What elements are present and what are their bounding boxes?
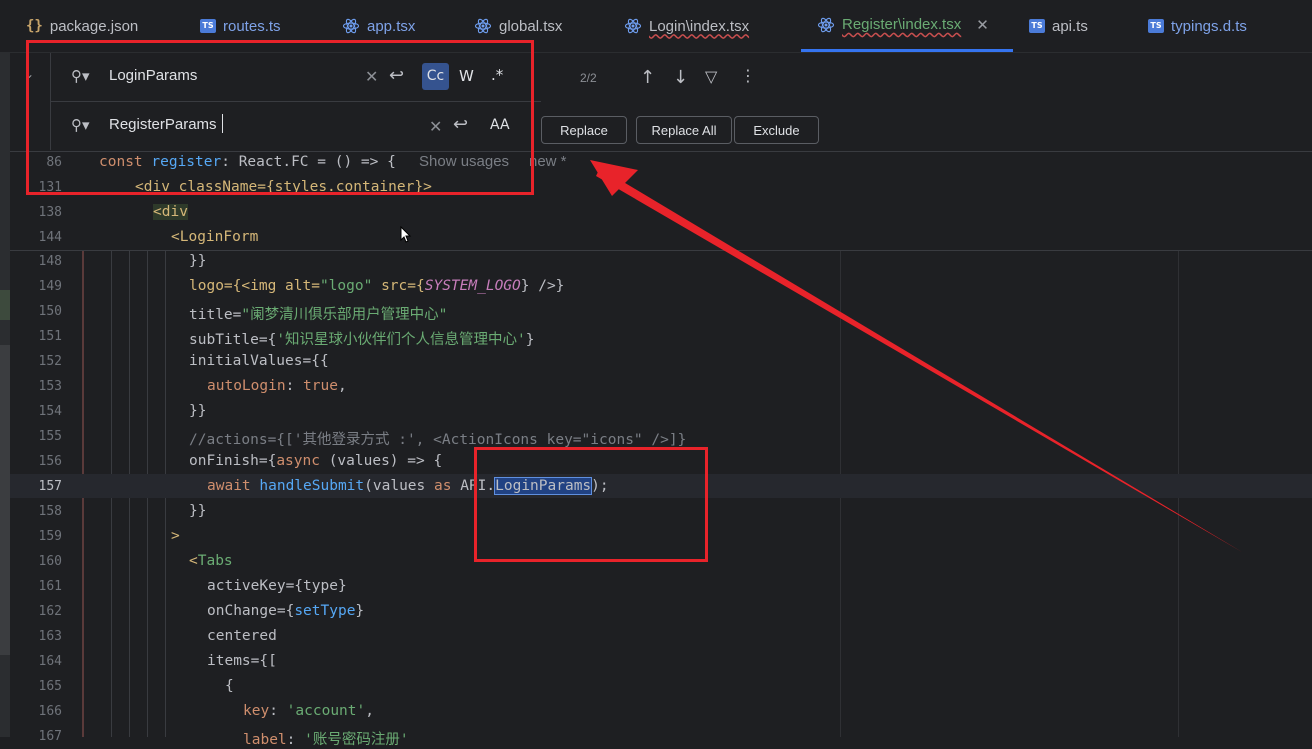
annotation-arrow-icon (590, 160, 1242, 552)
